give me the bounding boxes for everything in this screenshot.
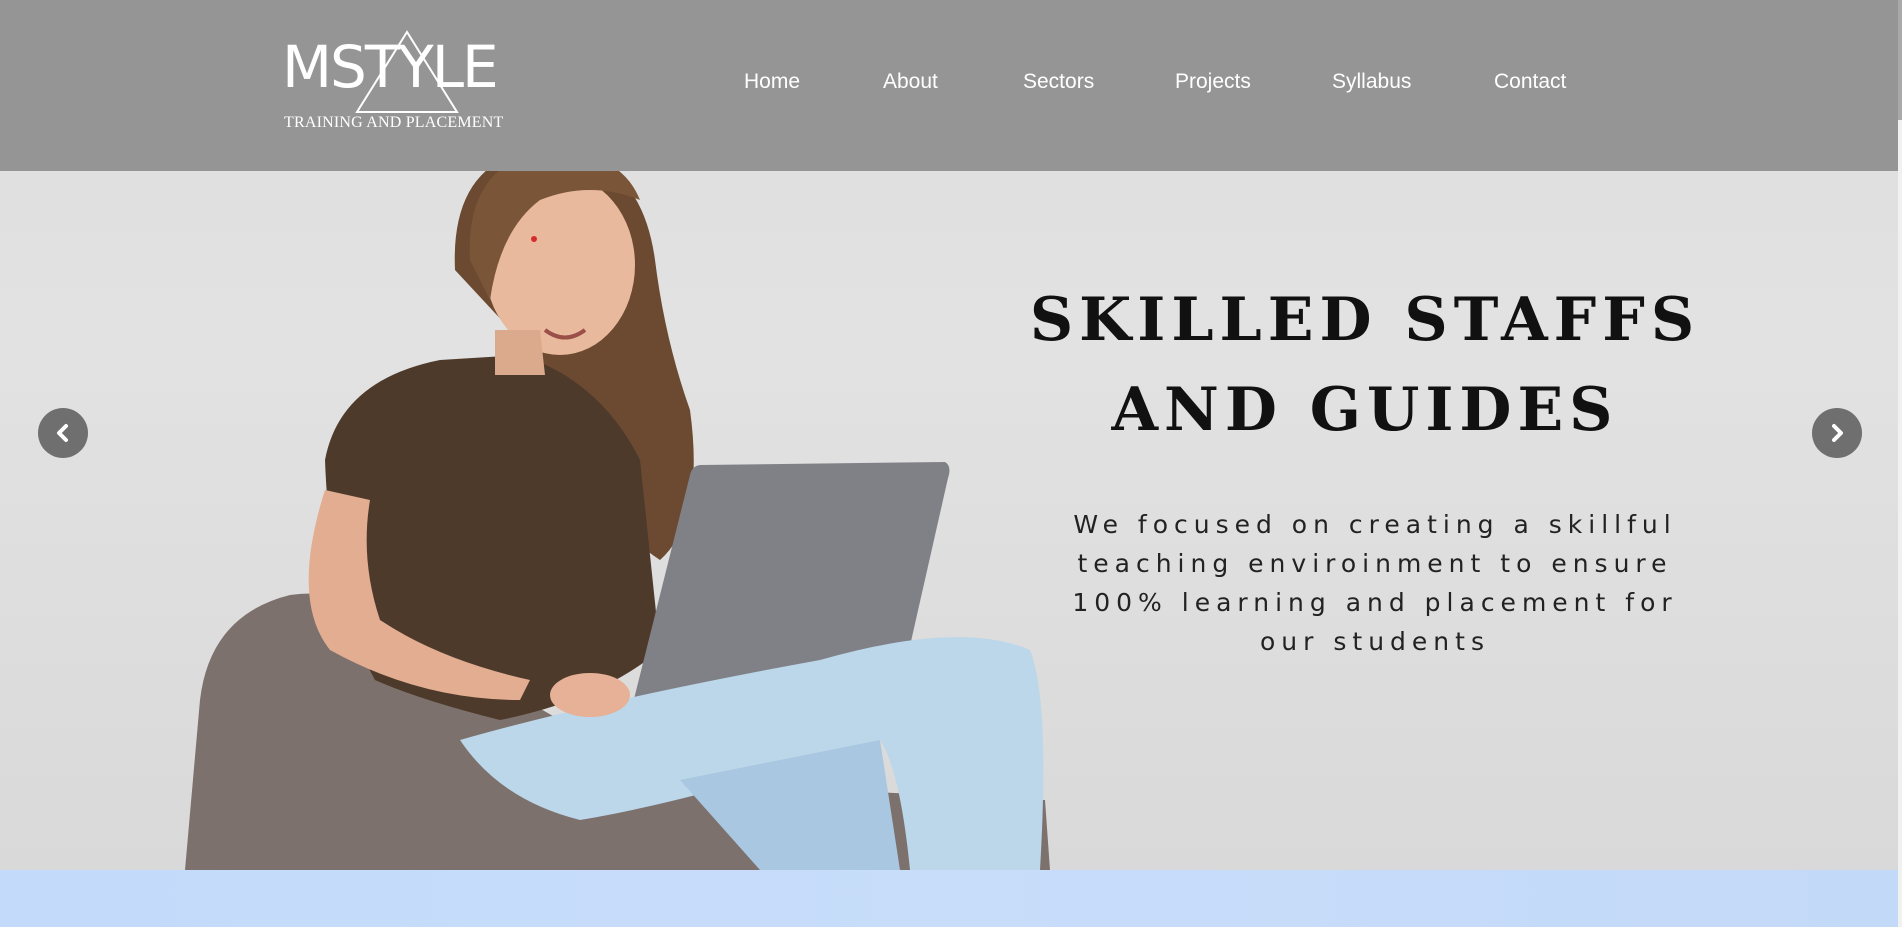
site-header: MSTYLE TRAINING AND PLACEMENT Home About… [0,0,1898,171]
page-scrollbar[interactable] [1898,0,1902,927]
carousel-next-button[interactable] [1812,408,1862,458]
chevron-left-icon [57,424,68,442]
carousel-prev-button[interactable] [38,408,88,458]
nav-item-syllabus[interactable]: Syllabus [1332,70,1411,94]
slide-headline-line1: SKILLED STAFFS [1029,285,1701,355]
nav-item-sectors[interactable]: Sectors [1023,70,1094,94]
nav-item-projects[interactable]: Projects [1175,70,1251,94]
nav-item-about[interactable]: About [883,70,938,94]
next-section-band [0,870,1898,927]
scrollbar-thumb[interactable] [1898,0,1902,120]
brand-tagline: TRAINING AND PLACEMENT [284,114,504,131]
brand-name: MSTYLE [282,33,499,101]
brand-logo[interactable]: MSTYLE TRAINING AND PLACEMENT [282,30,522,135]
slide-headline: SKILLED STAFFS AND GUIDES [1000,275,1730,455]
nav-item-contact[interactable]: Contact [1494,70,1566,94]
chevron-right-icon [1832,424,1843,442]
slide-description: We focused on creating a skillful teachi… [1072,510,1678,656]
slide-headline-line2: AND GUIDES [1111,375,1619,445]
nav-item-home[interactable]: Home [744,70,800,94]
